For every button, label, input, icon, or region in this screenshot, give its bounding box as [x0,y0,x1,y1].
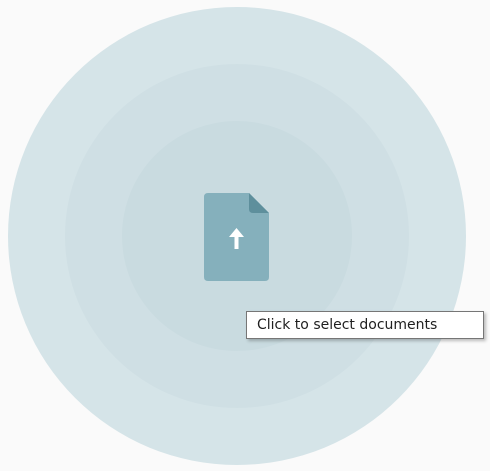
select-documents-button[interactable] [204,193,269,281]
file-upload-icon[interactable] [204,193,269,281]
select-documents-tooltip: Click to select documents [246,311,484,339]
upload-drop-zone[interactable]: Click to select documents [0,0,490,471]
